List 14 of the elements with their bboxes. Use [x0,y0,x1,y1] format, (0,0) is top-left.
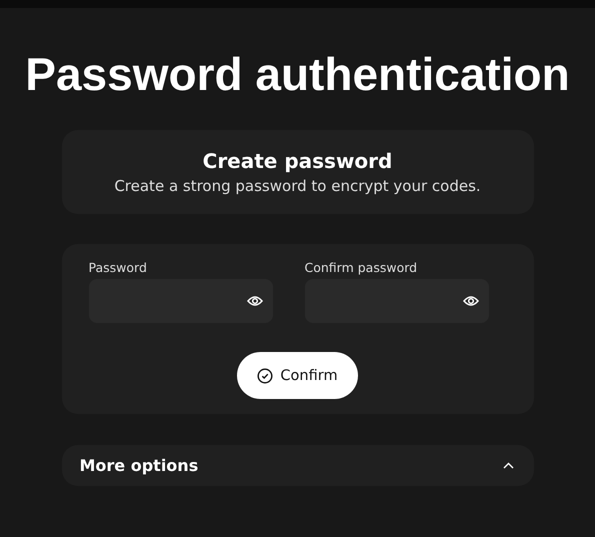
more-options-expander[interactable]: More options [62,445,534,486]
eye-icon[interactable] [246,295,262,307]
page-title: Password authentication [25,47,570,102]
field-label: Confirm password [304,260,418,275]
field-label: Password [88,260,147,275]
card-title: Create password [202,149,392,173]
expander-label: More options [80,456,198,475]
password-field[interactable] [304,279,488,323]
password-field[interactable] [88,279,272,323]
check-circle-icon [257,368,274,384]
card-subtitle: Create a strong password to encrypt your codes. [114,177,481,195]
chevron-up-icon [502,462,514,469]
eye-icon[interactable] [462,295,478,307]
confirm-button[interactable]: Confirm [237,352,358,399]
